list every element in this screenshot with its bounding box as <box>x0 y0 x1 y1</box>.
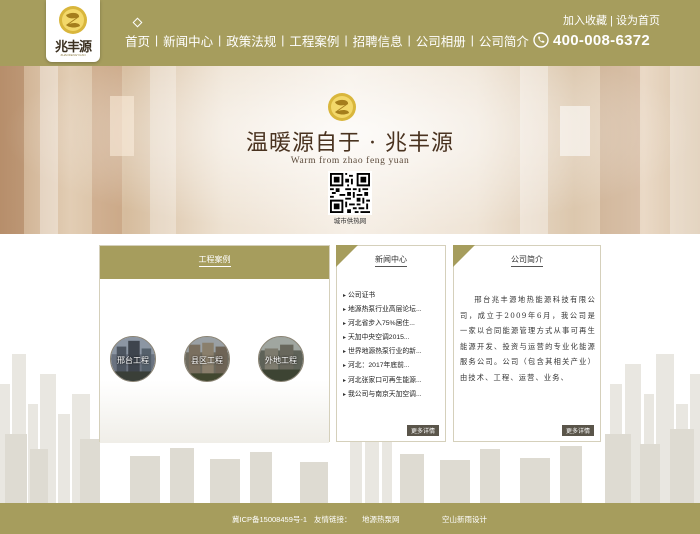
nav-item-album[interactable]: 公司相册 <box>416 31 466 50</box>
top-links-divider: | <box>610 15 613 27</box>
news-item[interactable]: 河北省步入75%居住... <box>343 317 443 331</box>
news-item[interactable]: 我公司与南京天加空调... <box>343 388 443 402</box>
nav-item-news[interactable]: 新闻中心 <box>163 31 213 50</box>
nav-separator: | <box>407 33 411 47</box>
phone-number: 400-008-6372 <box>553 31 651 49</box>
banner-emblem-icon <box>328 93 356 121</box>
case-xingtai-thumbnail[interactable]: 邢台工程 <box>110 336 156 382</box>
case-county-label: 县区工程 <box>191 356 223 365</box>
qr-caption: 城市供热网 <box>333 218 367 225</box>
nav-item-about[interactable]: 公司简介 <box>479 31 529 50</box>
friend-link-design[interactable]: 空山新雨设计 <box>442 514 487 525</box>
news-more-button[interactable]: 更多详情 <box>406 425 439 436</box>
news-item[interactable]: 世界地源热泵行业的新... <box>343 345 443 359</box>
hero-banner: 温暖源自于 · 兆丰源 Warm from zhao feng yuan 城市供… <box>0 66 700 234</box>
nav-item-jobs[interactable]: 招聘信息 <box>353 31 403 50</box>
nav-separator: | <box>155 33 159 47</box>
friend-links-label: 友情链接： <box>314 515 352 524</box>
about-panel-title[interactable]: 公司简介 <box>454 254 600 267</box>
add-bookmark-link[interactable]: 加入收藏 <box>563 15 607 27</box>
nav-separator: | <box>281 33 285 47</box>
news-panel: 新闻中心 公司证书 地源热泵行业高层论坛... 河北省步入75%居住... 天加… <box>336 245 446 442</box>
news-list: 公司证书 地源热泵行业高层论坛... 河北省步入75%居住... 天加中央空调2… <box>343 289 443 402</box>
set-homepage-link[interactable]: 设为首页 <box>616 15 660 27</box>
nav-separator: | <box>218 33 222 47</box>
phone-icon <box>533 32 549 48</box>
nav-separator: | <box>344 33 348 47</box>
site-header: 兆丰源 ZHAOFENGYUAN 首页 | 新闻中心 | 政策法规 | 工程案例… <box>0 0 700 66</box>
news-item[interactable]: 公司证书 <box>343 289 443 303</box>
nav-item-home[interactable]: 首页 <box>125 31 150 50</box>
nav-separator: | <box>470 33 474 47</box>
news-item[interactable]: 地源热泵行业高层论坛... <box>343 303 443 317</box>
site-logo[interactable]: 兆丰源 ZHAOFENGYUAN <box>46 0 100 62</box>
qr-code-icon <box>328 171 372 215</box>
banner-slogan-en: Warm from zhao feng yuan <box>290 156 410 166</box>
news-panel-title[interactable]: 新闻中心 <box>337 254 445 267</box>
friend-link-ground-heat-pump[interactable]: 地源热泵网 <box>362 514 400 525</box>
logo-tagline: ZHAOFENGYUAN <box>60 53 86 57</box>
case-outside-thumbnail[interactable]: 外地工程 <box>258 336 304 382</box>
cases-panel-title[interactable]: 工程案例 <box>100 254 329 267</box>
icp-number[interactable]: 冀ICP备15008459号-1 <box>232 514 307 525</box>
news-item[interactable]: 河北张家口可再生能源... <box>343 374 443 388</box>
cases-panel-body: 邢台工程 县区工程 外地工程 <box>100 286 329 443</box>
phone-block: 400-008-6372 <box>533 31 650 49</box>
banner-slogan: 温暖源自于 · 兆丰源 <box>246 131 454 156</box>
cases-panel: 工程案例 邢台工程 县区工程 外地工程 <box>99 245 330 443</box>
nav-diamond-icon <box>132 17 143 28</box>
cases-panel-header: 工程案例 <box>100 246 329 279</box>
case-county-thumbnail[interactable]: 县区工程 <box>184 336 230 382</box>
content-area: 工程案例 邢台工程 县区工程 外地工程 新闻中心 ▸ 公司证书 ▸ 地源热泵行业… <box>0 234 700 503</box>
news-item[interactable]: 河北：2017年底前... <box>343 359 443 373</box>
case-outside-label: 外地工程 <box>265 356 297 365</box>
about-text: 邢台兆丰源地热能源科技有限公司，成立于2009年6月，我公司是一家以合同能源管理… <box>460 295 596 382</box>
nav-item-policy[interactable]: 政策法规 <box>226 31 276 50</box>
site-footer: 冀ICP备15008459号-1 友情链接： 地源热泵网 空山新雨设计 <box>0 503 700 534</box>
top-links: 加入收藏 | 设为首页 <box>563 12 660 28</box>
logo-emblem-icon <box>59 6 87 34</box>
main-nav: 首页 | 新闻中心 | 政策法规 | 工程案例 | 招聘信息 | 公司相册 | … <box>125 31 529 49</box>
about-more-button[interactable]: 更多详情 <box>561 425 594 436</box>
qr-pattern <box>330 173 370 213</box>
about-panel: 公司简介 邢台兆丰源地热能源科技有限公司，成立于2009年6月，我公司是一家以合… <box>453 245 601 442</box>
nav-item-cases[interactable]: 工程案例 <box>289 31 339 50</box>
case-xingtai-label: 邢台工程 <box>117 356 149 365</box>
news-item[interactable]: 天加中央空调2015... <box>343 331 443 345</box>
